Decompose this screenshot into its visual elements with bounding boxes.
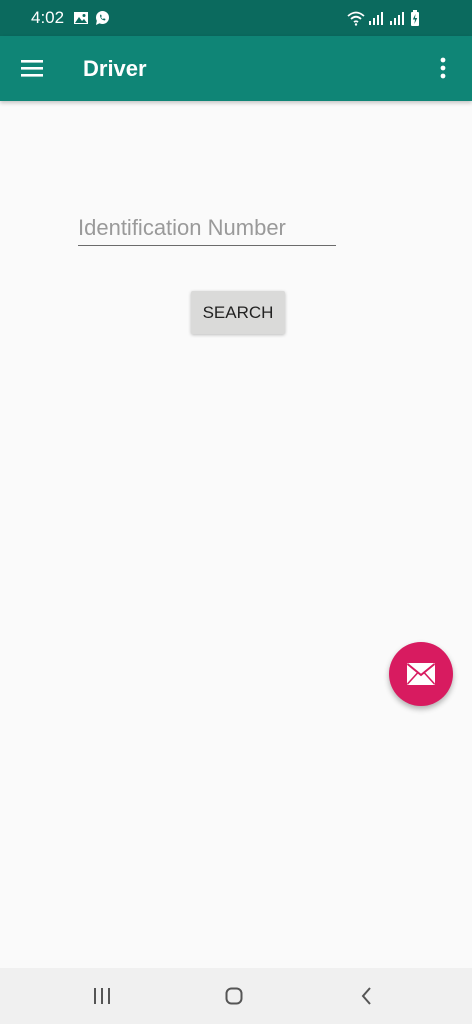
system-nav-bar [0, 968, 472, 1024]
recent-apps-button[interactable] [82, 976, 122, 1016]
identification-number-input[interactable] [78, 210, 336, 246]
search-button[interactable]: SEARCH [191, 291, 285, 334]
signal-icon [369, 12, 383, 25]
wifi-icon [347, 11, 365, 26]
page-title: Driver [83, 56, 147, 81]
overflow-menu-button[interactable] [420, 48, 460, 88]
mail-fab-button[interactable] [389, 642, 453, 706]
home-icon [225, 987, 243, 1005]
menu-button[interactable] [12, 48, 52, 88]
back-icon [361, 987, 371, 1005]
image-icon [73, 10, 89, 26]
more-vert-icon [440, 57, 446, 79]
battery-charging-icon [411, 10, 419, 26]
status-time: 4:02 [31, 8, 65, 27]
back-button[interactable] [346, 976, 386, 1016]
signal-icon [390, 12, 404, 25]
mail-icon [406, 663, 436, 685]
recent-apps-icon [94, 988, 110, 1004]
home-button[interactable] [214, 976, 254, 1016]
whatsapp-icon [94, 10, 110, 26]
hamburger-menu-icon [21, 60, 43, 77]
app-bar: Driver [0, 36, 472, 101]
status-bar: 4:02 [0, 0, 472, 36]
